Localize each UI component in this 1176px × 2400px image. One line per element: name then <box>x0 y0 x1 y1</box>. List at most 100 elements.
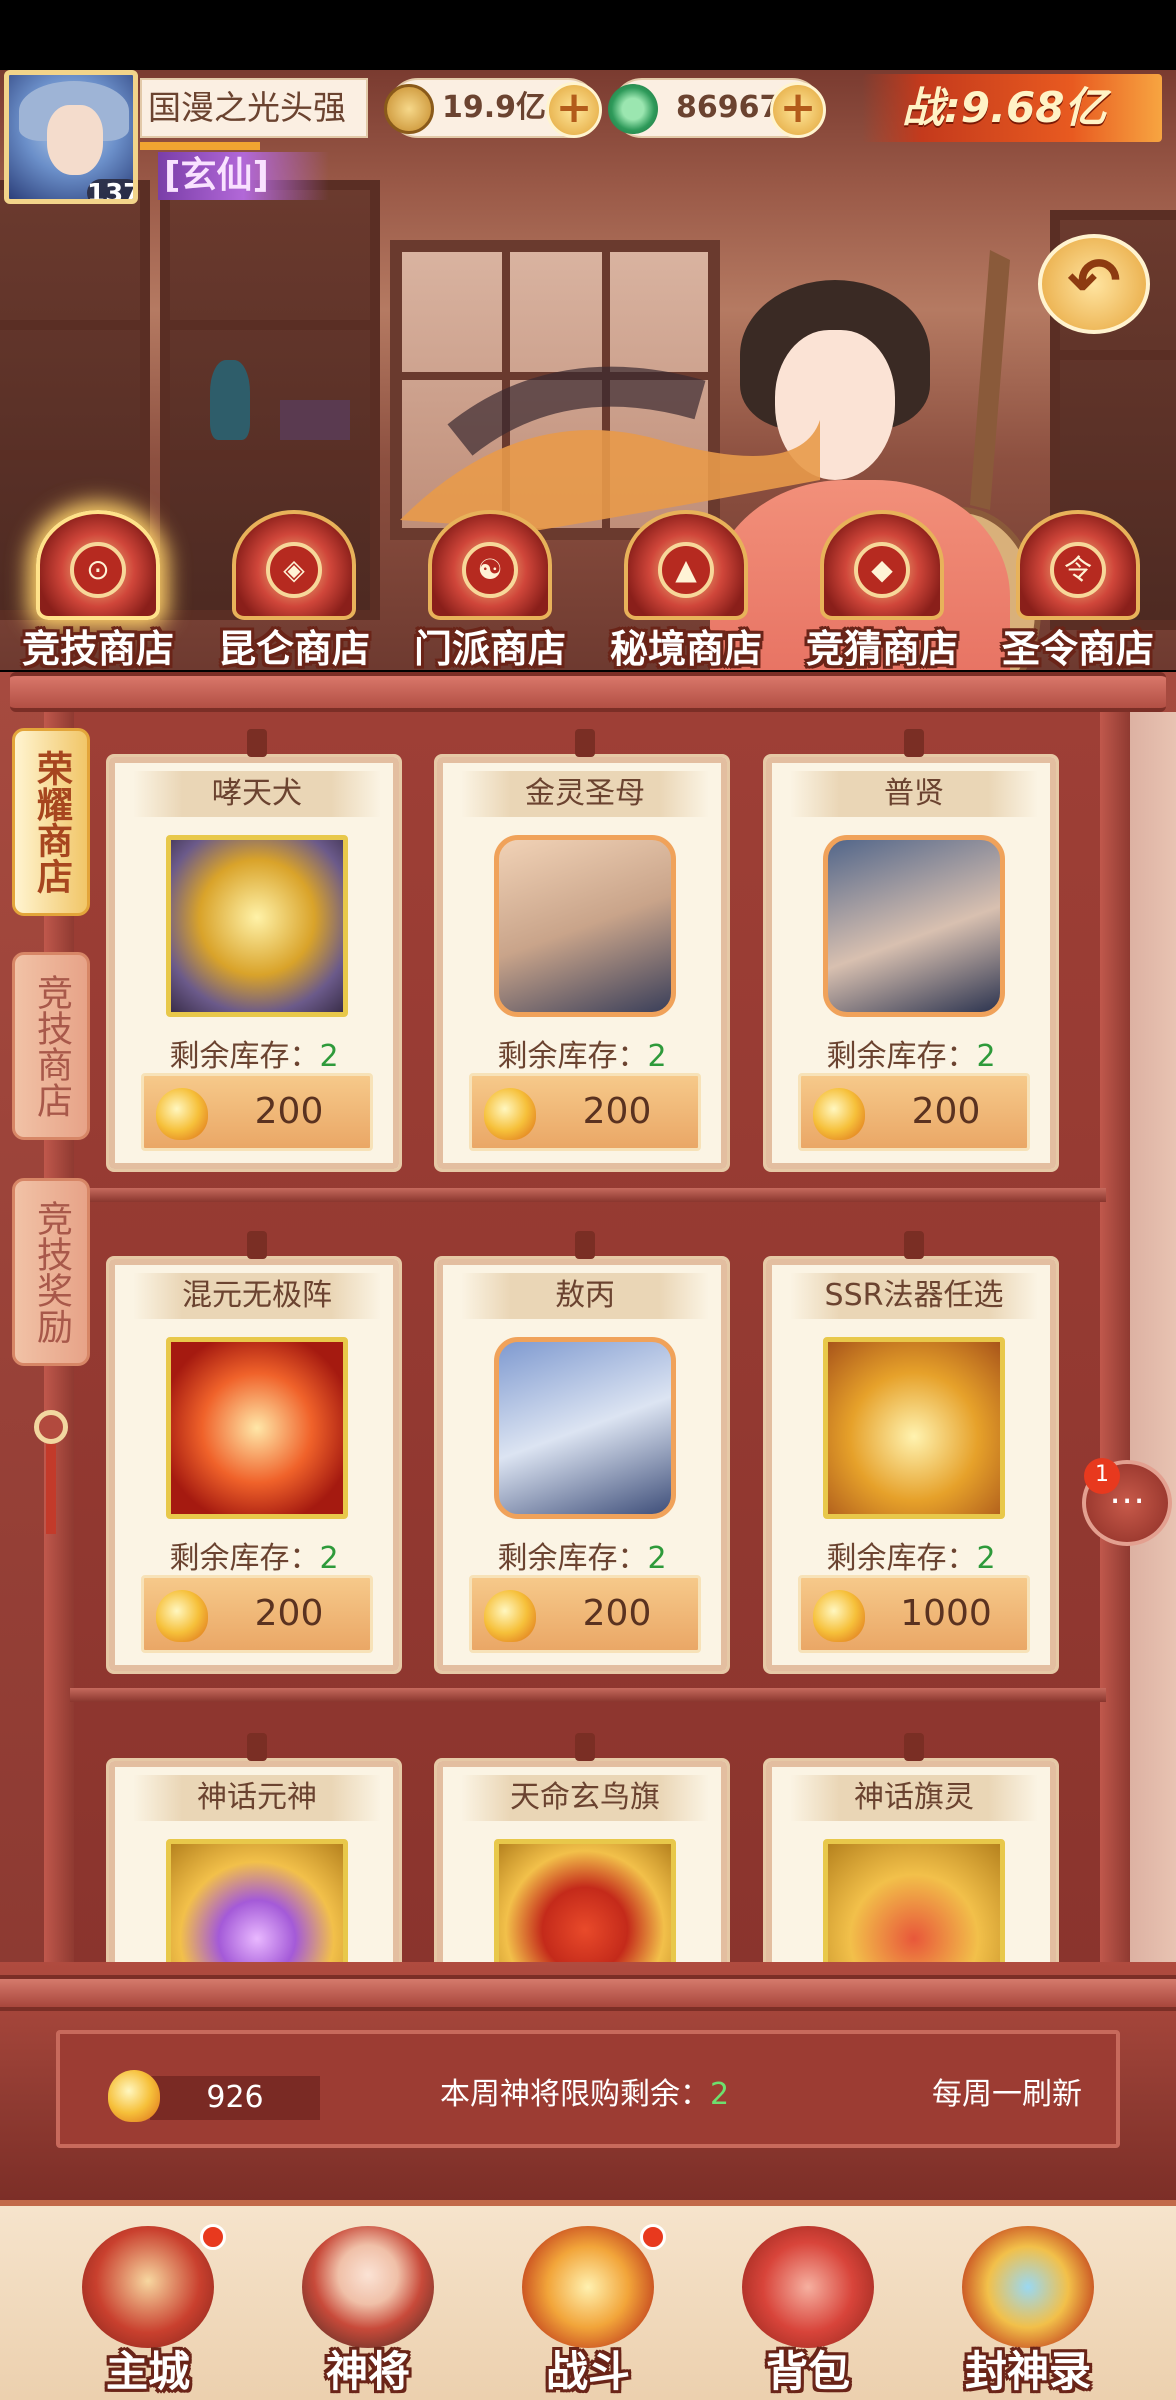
item-price: 200 <box>582 1593 652 1634</box>
item-price: 200 <box>911 1091 981 1132</box>
nav-label: 主城 <box>105 2347 190 2396</box>
shop-info-bar: 926 本周神将限购剩余：2 每周一刷新 <box>56 2030 1120 2148</box>
shop-tab-5[interactable]: 令圣令商店 <box>980 500 1176 671</box>
nav-item-3[interactable]: 背包 <box>710 2220 906 2400</box>
nav-label: 封神录 <box>964 2347 1091 2396</box>
buy-button[interactable]: 200 <box>469 1575 701 1653</box>
honor-gem-icon <box>156 1088 208 1140</box>
nav-item-1[interactable]: 神将 <box>270 2220 466 2400</box>
item-stock: 剩余库存：2 <box>437 1031 727 1075</box>
shelf-divider <box>70 1188 1106 1202</box>
player-title: [玄仙] <box>158 152 329 200</box>
item-price: 1000 <box>900 1593 992 1634</box>
item-name: 哮天犬 <box>133 771 381 817</box>
sect-shop-icon: ☯ <box>428 510 552 620</box>
nav-item-0[interactable]: 主城 <box>50 2220 246 2400</box>
main-city-icon <box>82 2226 214 2348</box>
stock-value: 2 <box>976 1541 996 1576</box>
card-hanger <box>904 1231 924 1259</box>
shop-item-card[interactable]: 金灵圣母剩余库存：2 200 <box>434 729 730 1172</box>
aobing-portrait-icon <box>494 1337 676 1519</box>
player-avatar[interactable]: 137 <box>4 70 138 204</box>
item-stock: 剩余库存：2 <box>109 1533 399 1577</box>
heroes-icon <box>302 2226 434 2348</box>
shop-tab-label: 昆仑商店 <box>217 627 370 671</box>
status-bar <box>0 0 1176 70</box>
chat-button[interactable]: ⋯ 1 <box>1082 1458 1172 1546</box>
arena-shop-icon: ⊙ <box>36 510 160 620</box>
secret-realm-shop-icon-center: ▲ <box>658 542 714 598</box>
nav-label: 神将 <box>325 2347 410 2396</box>
buy-button[interactable]: 1000 <box>798 1575 1030 1653</box>
item-name: 敖丙 <box>461 1273 709 1319</box>
item-stock: 剩余库存：2 <box>766 1533 1056 1577</box>
holy-order-shop-icon-center: 令 <box>1050 542 1106 598</box>
stock-label: 剩余库存： <box>497 1541 648 1576</box>
shop-tab-2[interactable]: ☯ 门派商店 <box>392 500 588 671</box>
card-hanger <box>247 1231 267 1259</box>
card-hanger <box>575 729 595 757</box>
shop-tab-label: 圣令商店 <box>1001 627 1154 671</box>
side-tab-1[interactable]: 竞技商店 <box>12 952 90 1140</box>
shop-item-card[interactable]: 哮天犬 剩余库存：2 200 <box>106 729 402 1172</box>
shop-tab-0[interactable]: ⊙ 竞技商店 <box>0 500 196 671</box>
shop-item-card[interactable]: 普贤 剩余库存：2 200 <box>763 729 1059 1172</box>
shop-tab-1[interactable]: ◈ 昆仑商店 <box>196 500 392 671</box>
item-price: 200 <box>254 1091 324 1132</box>
weekly-limit-value: 2 <box>710 2077 730 2112</box>
shop-item-card[interactable]: 混元无极阵 剩余库存：2 200 <box>106 1231 402 1674</box>
card-hanger <box>247 1733 267 1761</box>
shelf-divider <box>70 1688 1106 1702</box>
item-name: 金灵圣母 <box>461 771 709 817</box>
cabinet-base-rail <box>0 1975 1176 2011</box>
buy-button[interactable]: 200 <box>141 1575 373 1653</box>
item-name: 天命玄鸟旗 <box>461 1775 709 1821</box>
shop-item-card[interactable]: 敖丙剩余库存：2 200 <box>434 1231 730 1674</box>
secret-realm-shop-icon: ▲ <box>624 510 748 620</box>
side-tab-2[interactable]: 竞技奖励 <box>12 1178 90 1366</box>
puxian-portrait-icon <box>823 835 1005 1017</box>
shop-tab-label: 门派商店 <box>413 627 566 671</box>
item-name: 神话元神 <box>133 1775 381 1821</box>
stock-value: 2 <box>647 1039 667 1074</box>
back-arrow-icon: ↶ <box>1067 245 1121 319</box>
nav-item-4[interactable]: 封神录 <box>930 2220 1126 2400</box>
back-button[interactable]: ↶ <box>1038 234 1150 334</box>
honor-gem-icon <box>813 1088 865 1140</box>
player-level: 137 <box>87 179 133 199</box>
buy-button[interactable]: 200 <box>469 1073 701 1151</box>
coin-resource: 19.9亿 + <box>384 78 602 138</box>
stock-label: 剩余库存： <box>826 1541 977 1576</box>
shop-tab-3[interactable]: ▲ 秘境商店 <box>588 500 784 671</box>
treasure-chest-icon <box>823 1337 1005 1519</box>
buy-button[interactable]: 200 <box>798 1073 1030 1151</box>
fengshen-record-icon <box>962 2226 1094 2348</box>
shop-tab-label: 竞技商店 <box>21 627 174 671</box>
add-coins-button[interactable]: + <box>546 82 602 138</box>
honor-currency-count: 926 <box>150 2076 320 2120</box>
refresh-notice: 每周一刷新 <box>932 2077 1082 2112</box>
item-name: 神话旗灵 <box>790 1775 1038 1821</box>
battle-icon <box>522 2226 654 2348</box>
shop-tab-4[interactable]: ◆ 竞猜商店 <box>784 500 980 671</box>
shop-tab-label: 竞猜商店 <box>805 627 958 671</box>
arena-shop-icon-center: ⊙ <box>70 542 126 598</box>
combat-power: 战:9.68亿 <box>862 74 1162 142</box>
tassel-string <box>46 1444 56 1534</box>
item-price: 200 <box>254 1593 324 1634</box>
side-tab-0[interactable]: 荣耀商店 <box>12 728 90 916</box>
shop-item-card[interactable]: SSR法器任选 剩余库存：2 1000 <box>763 1231 1059 1674</box>
honor-gem-icon <box>484 1590 536 1642</box>
experience-bar <box>140 142 260 150</box>
add-jade-button[interactable]: + <box>770 82 826 138</box>
buy-button[interactable]: 200 <box>141 1073 373 1151</box>
stock-value: 2 <box>647 1541 667 1576</box>
stock-value: 2 <box>319 1039 339 1074</box>
honor-gem-icon <box>108 2070 160 2122</box>
stock-label: 剩余库存： <box>826 1039 977 1074</box>
nav-item-2[interactable]: 战斗 <box>490 2220 686 2400</box>
jade-icon <box>608 84 658 134</box>
notification-dot <box>200 2224 226 2250</box>
honor-gem-icon <box>484 1088 536 1140</box>
jade-resource: 86967 + <box>608 78 826 138</box>
